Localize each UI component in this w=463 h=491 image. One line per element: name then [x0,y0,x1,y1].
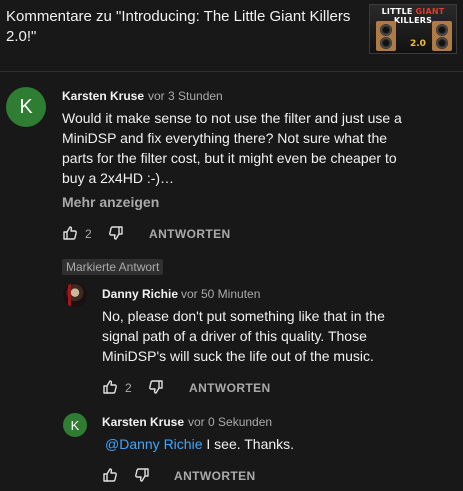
comment-time[interactable]: vor 3 Stunden [148,89,223,103]
video-thumbnail[interactable]: LITTLE GIANT KILLERS 2.0 [369,4,457,54]
mention-link[interactable]: @Danny Richie [105,436,202,452]
reply-button[interactable]: ANTWORTEN [149,227,231,241]
reply-author[interactable]: Danny Richie [102,287,178,301]
speaker-image [376,21,396,51]
reply-time[interactable]: vor 0 Sekunden [188,415,272,429]
reply-text: No, please don't put something like that… [102,308,385,364]
comments-header: Kommentare zu "Introducing: The Little G… [0,0,463,64]
marked-reply-badge: Markierte Antwort [62,259,164,275]
speaker-image [432,21,452,51]
comment-text: Would it make sense to not use the filte… [62,110,402,186]
reply-button[interactable]: ANTWORTEN [189,381,271,395]
show-more-link[interactable]: Mehr anzeigen [62,194,159,210]
comments-title: Kommentare zu "Introducing: The Little G… [6,8,351,45]
dislike-icon[interactable] [108,225,124,241]
comment-author[interactable]: Karsten Kruse [62,89,144,103]
like-count: 2 [125,381,132,395]
thumbnail-number: 2.0 [410,39,426,49]
avatar[interactable]: K [63,413,87,437]
avatar[interactable] [63,283,87,307]
like-icon[interactable] [102,467,118,483]
like-count: 2 [85,227,92,241]
avatar[interactable]: K [6,87,46,127]
like-icon[interactable] [102,379,118,395]
reply-button[interactable]: ANTWORTEN [174,469,256,483]
reply-time[interactable]: vor 50 Minuten [181,287,260,301]
reply-author[interactable]: Karsten Kruse [102,415,184,429]
dislike-icon[interactable] [148,379,164,395]
header-divider [0,71,463,72]
like-icon[interactable] [62,225,78,241]
dislike-icon[interactable] [134,467,150,483]
reply-text: @Danny Richie I see. Thanks. [105,436,295,452]
